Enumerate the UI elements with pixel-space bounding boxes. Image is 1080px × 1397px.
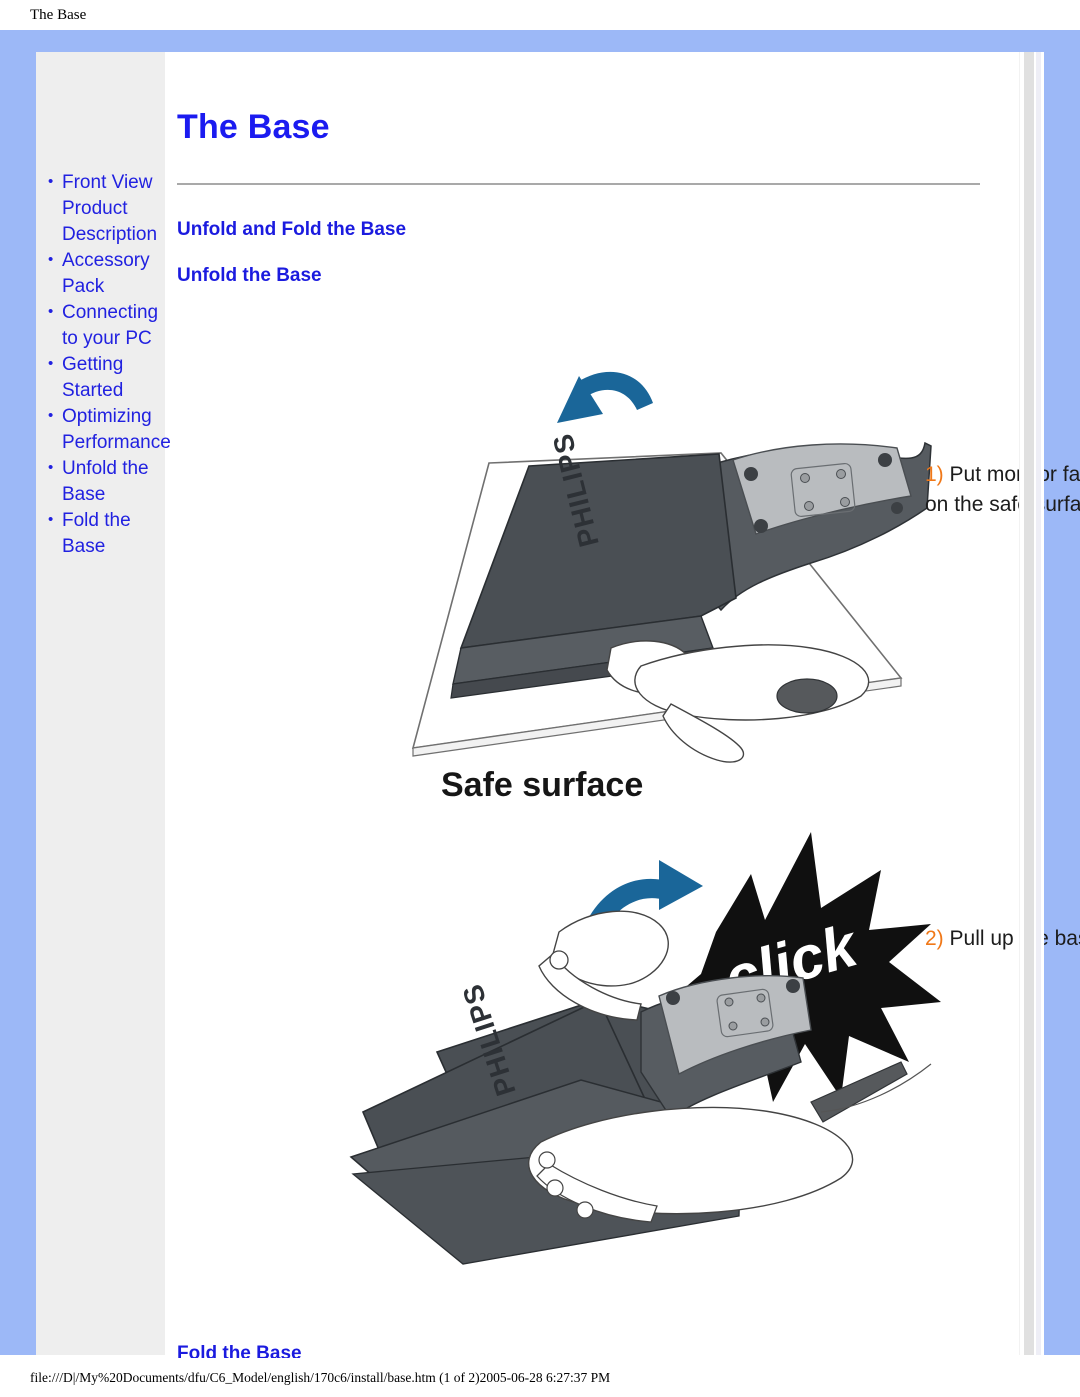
sidebar-item-connecting-to-your-pc[interactable]: Connecting to your PC xyxy=(48,299,161,352)
curved-arrow-icon xyxy=(557,371,653,423)
sidebar-item-optimizing-performance[interactable]: Optimizing Performance xyxy=(48,403,171,456)
sidebar-item-getting-started[interactable]: Getting Started xyxy=(48,351,161,404)
figure1-drawing: PHILIPS Safe surface xyxy=(411,371,932,804)
monitor-stand-arm xyxy=(640,975,812,1120)
page-title: The Base xyxy=(177,108,330,146)
print-footer: file:///D|/My%20Documents/dfu/C6_Model/e… xyxy=(0,1358,1080,1397)
scrollbar-edge xyxy=(1036,52,1041,1355)
sidebar-item-fold-the-base[interactable]: Fold the Base xyxy=(48,507,161,560)
hand-illustration-top xyxy=(538,910,669,1021)
step-1-number: 1) xyxy=(925,463,944,486)
step-1-instruction: 1) Put monitor face down on the safe sur… xyxy=(925,460,1080,520)
section-heading-unfold-the-base: Unfold the Base xyxy=(177,265,322,286)
figure2-drawing: click PHILIPS xyxy=(349,832,941,1265)
scroll-gutter[interactable] xyxy=(1019,52,1044,1355)
safe-surface-caption: Safe surface xyxy=(441,766,643,804)
title-divider xyxy=(177,183,980,185)
sidebar-list: Front View Product Description Accessory… xyxy=(36,169,171,560)
step-2-instruction: 2) Pull up the base. xyxy=(925,924,1080,954)
sidebar-item-unfold-the-base[interactable]: Unfold the Base xyxy=(48,455,161,508)
sidebar-item-front-view-product-description[interactable]: Front View Product Description xyxy=(48,169,161,248)
print-footer-path: file:///D|/My%20Documents/dfu/C6_Model/e… xyxy=(30,1369,611,1385)
figure-unfold-step1: PHILIPS Safe surface xyxy=(341,348,932,828)
sidebar-navigation: Front View Product Description Accessory… xyxy=(36,52,171,1355)
print-header: The Base xyxy=(0,0,1080,30)
scrollbar-track[interactable] xyxy=(1024,52,1034,1355)
sidebar-item-accessory-pack[interactable]: Accessory Pack xyxy=(48,247,161,300)
section-heading-unfold-and-fold: Unfold and Fold the Base xyxy=(177,219,407,240)
print-header-title: The Base xyxy=(30,6,87,23)
main-content: The Base Unfold and Fold the Base Unfold… xyxy=(165,52,1080,1364)
figure-unfold-step2: click PHILIPS xyxy=(341,812,941,1282)
step-2-number: 2) xyxy=(925,927,944,950)
step-2-text: Pull up the base. xyxy=(949,927,1080,950)
content-sheet: Front View Product Description Accessory… xyxy=(36,52,1080,1364)
page-frame: Front View Product Description Accessory… xyxy=(0,30,1080,1364)
step-1-text: Put monitor face down on the safe surfac… xyxy=(925,463,1080,516)
